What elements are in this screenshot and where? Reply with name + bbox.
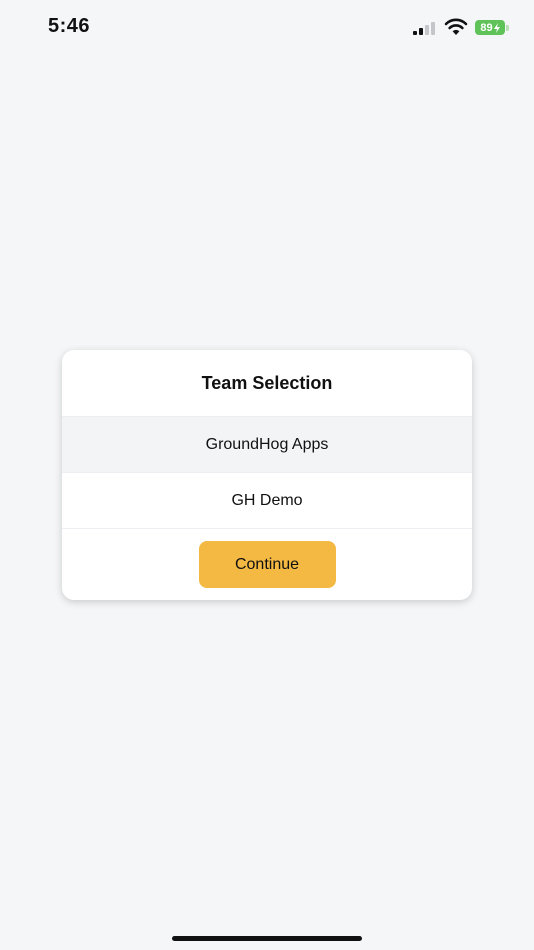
continue-button[interactable]: Continue [198, 541, 336, 588]
team-option-label: GroundHog Apps [205, 435, 329, 453]
dialog-footer: Continue [62, 528, 472, 600]
bolt-icon [493, 22, 500, 33]
wifi-icon [444, 18, 468, 35]
battery-level: 89 [480, 21, 493, 34]
dialog-title: Team Selection [201, 372, 333, 393]
signal-icon [413, 22, 435, 35]
status-time: 5:46 [48, 15, 91, 37]
team-option-label: GH Demo [231, 491, 303, 509]
home-indicator[interactable] [172, 936, 362, 941]
team-option-gh-demo[interactable]: GH Demo [62, 472, 472, 528]
battery-icon: 89 [475, 20, 505, 35]
screen: 5:46 89 Team Selection GroundHog Apps GH… [0, 0, 534, 950]
status-bar: 5:46 89 [0, 0, 534, 56]
battery-cap [506, 25, 509, 31]
team-option-groundhog-apps[interactable]: GroundHog Apps [62, 416, 472, 472]
team-selection-dialog: Team Selection GroundHog Apps GH Demo Co… [62, 350, 472, 600]
